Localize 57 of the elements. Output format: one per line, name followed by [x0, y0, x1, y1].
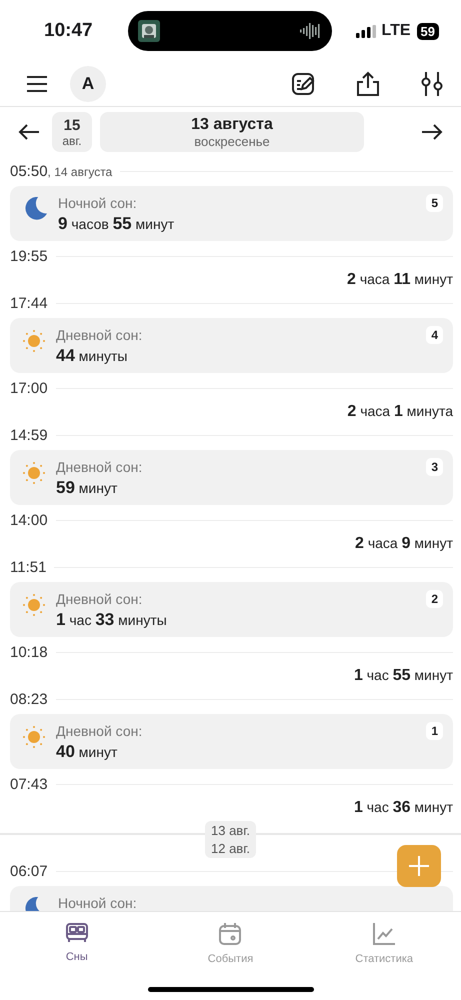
time-label: 17:44: [10, 294, 48, 312]
sleep-type-label: Дневной сон:: [56, 723, 142, 739]
awake-duration: 2 часа 1 минута: [347, 402, 453, 420]
sleep-duration: 59 минут: [56, 478, 118, 498]
avatar[interactable]: A: [70, 66, 106, 102]
awake-duration: 2 часа 9 минут: [355, 534, 453, 552]
tab[interactable]: Сны: [26, 920, 127, 964]
awake-duration: 2 часа 11 минут: [347, 270, 453, 288]
line-chart-icon: [371, 921, 398, 947]
time-label: 11:51: [10, 558, 46, 576]
current-date-button[interactable]: 13 августа воскресенье: [100, 112, 364, 152]
sleep-number-badge: 1: [426, 722, 443, 740]
waveform-icon: [300, 22, 322, 40]
sun-icon: [22, 461, 46, 485]
date-label: 13 авг.: [211, 822, 250, 838]
awake-duration: 1 час 55 минут: [354, 666, 453, 684]
time-label: 19:55: [10, 248, 48, 264]
sleep-card[interactable]: Ночной сон:: [10, 886, 453, 911]
signal-icon: [356, 24, 376, 38]
sleep-type-label: Дневной сон:: [56, 459, 142, 475]
status-time: 10:47: [44, 20, 94, 42]
sleep-type-label: Ночной сон:: [58, 895, 137, 911]
sun-icon: [22, 725, 46, 749]
sleep-type-label: Дневной сон:: [56, 327, 142, 343]
time-label: 10:18: [10, 644, 48, 660]
awake-duration: 1 час 36 минут: [354, 798, 453, 816]
sleep-duration: 1 час 33 минуты: [56, 610, 167, 630]
sleep-duration: 9 часов 55 минут: [58, 214, 174, 234]
sleep-duration: 40 минут: [56, 742, 118, 762]
time-label: 05:50, 14 августа: [10, 162, 112, 180]
plus-icon: [408, 855, 430, 877]
sleep-number-badge: 3: [426, 458, 443, 476]
time-label: 17:00: [10, 380, 48, 396]
network-label: LTE: [382, 22, 411, 40]
time-label: 06:07: [10, 862, 48, 880]
sleep-card[interactable]: Дневной сон: 59 минут 3: [10, 450, 453, 505]
battery-level: 59: [416, 22, 439, 40]
sun-icon: [22, 593, 46, 617]
time-label: 14:59: [10, 426, 48, 444]
previous-date-button[interactable]: 15 авг.: [52, 112, 92, 152]
sleep-type-label: Дневной сон:: [56, 591, 144, 607]
sleep-type-label: Ночной сон:: [58, 195, 138, 211]
sun-icon: [22, 329, 46, 353]
time-label: 08:23: [10, 690, 48, 708]
sleep-duration: 44 минуты: [56, 346, 128, 366]
calendar-icon: [217, 921, 244, 947]
sleep-number-badge: 2: [426, 590, 443, 608]
sleep-card[interactable]: Дневной сон: 1 час 33 минуты 2: [10, 582, 453, 637]
sleep-card[interactable]: Ночной сон: 9 часов 55 минут 5: [10, 186, 453, 241]
sleep-card[interactable]: Дневной сон: 40 минут 1: [10, 714, 453, 769]
bed-icon: [64, 921, 90, 945]
time-label: 07:43: [10, 776, 48, 792]
sleep-card[interactable]: Дневной сон: 44 минуты 4: [10, 318, 453, 373]
sleep-number-badge: 5: [426, 194, 443, 212]
date-label: 12 авг.: [211, 840, 250, 856]
sleep-number-badge: 4: [426, 326, 443, 344]
time-label: 14:00: [10, 512, 48, 528]
